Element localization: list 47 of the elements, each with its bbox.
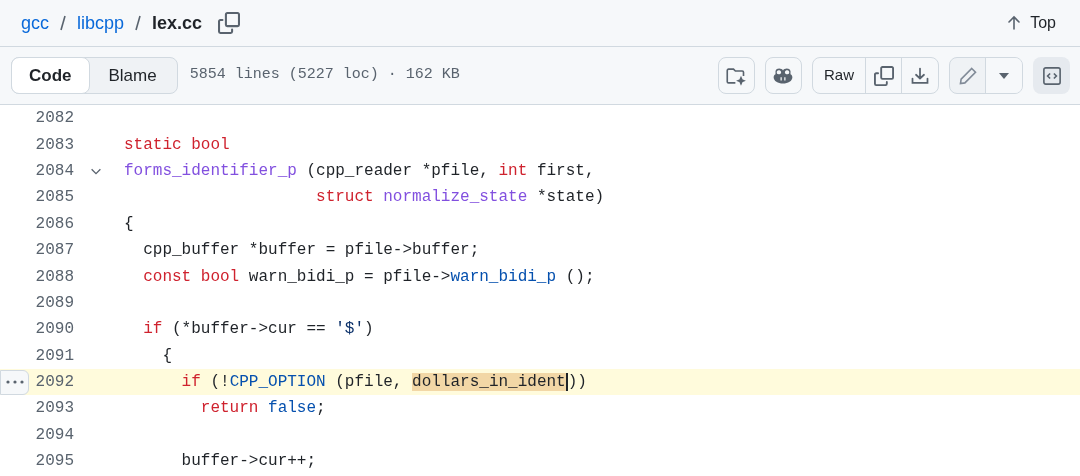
code-line: if (*buffer->cur == '$') [142, 319, 374, 341]
file-info: 5854 lines (5227 loc) · 162 KB [189, 65, 460, 86]
breadcrumb-link[interactable]: gcc [21, 9, 49, 37]
path-separator-icon [134, 14, 143, 32]
copy-icon[interactable] [218, 12, 241, 34]
line-number[interactable]: 2091 [34, 343, 74, 368]
line-number[interactable]: 2084 [34, 158, 74, 183]
line-number[interactable]: 2083 [34, 132, 74, 157]
line-number[interactable]: 2085 [34, 185, 74, 210]
code-line: static bool [124, 134, 230, 156]
code-line: forms_identifier_p (cpp_reader *pfile, int first, [124, 160, 595, 182]
arrow-up-icon [1006, 15, 1023, 31]
view-tab[interactable]: Blame [88, 58, 177, 93]
code-line: struct normalize_state *state) [315, 187, 605, 209]
line-number[interactable]: 2094 [34, 422, 74, 447]
code-line: buffer->cur++; [180, 451, 317, 473]
view-tab[interactable]: Code [11, 57, 90, 94]
code-line: { [124, 213, 134, 235]
code-line: const bool warn_bidi_p = pfile->warn_bidi_p (); [142, 266, 595, 288]
line-number[interactable]: 2095 [34, 449, 74, 474]
line-number[interactable]: 2092 [34, 370, 74, 395]
line-number[interactable]: 2088 [34, 264, 74, 289]
code-line: if (!CPP_OPTION (pfile, dollars_in_ident)) [180, 372, 587, 394]
line-number[interactable]: 2082 [34, 106, 74, 131]
code-line: { [161, 345, 172, 367]
line-number[interactable]: 2087 [34, 238, 74, 263]
copilot-button[interactable] [765, 57, 802, 94]
code-square-icon [1041, 65, 1062, 86]
dots-icon [5, 380, 24, 385]
symbols-panel-button[interactable] [1033, 57, 1070, 94]
download-icon [910, 65, 930, 86]
line-number[interactable]: 2086 [34, 211, 74, 236]
copy-icon [873, 65, 894, 86]
line-number[interactable]: 2090 [34, 317, 74, 342]
caret-icon [999, 72, 1009, 79]
file-name: lex.cc [152, 11, 203, 35]
folder-sparkle-button[interactable] [718, 57, 755, 94]
folder-sparkle-icon [726, 65, 747, 86]
pencil-icon [957, 65, 978, 86]
edit-options-button[interactable] [986, 58, 1022, 93]
code-line: cpp_buffer *buffer = pfile->buffer; [142, 240, 480, 262]
line-number[interactable]: 2089 [34, 290, 74, 315]
code-line: return false; [199, 398, 326, 420]
top-link[interactable]: Top [1006, 11, 1056, 35]
line-number[interactable]: 2093 [34, 396, 74, 421]
breadcrumb-link[interactable]: libcpp [77, 9, 125, 37]
path-separator-icon [59, 14, 67, 32]
